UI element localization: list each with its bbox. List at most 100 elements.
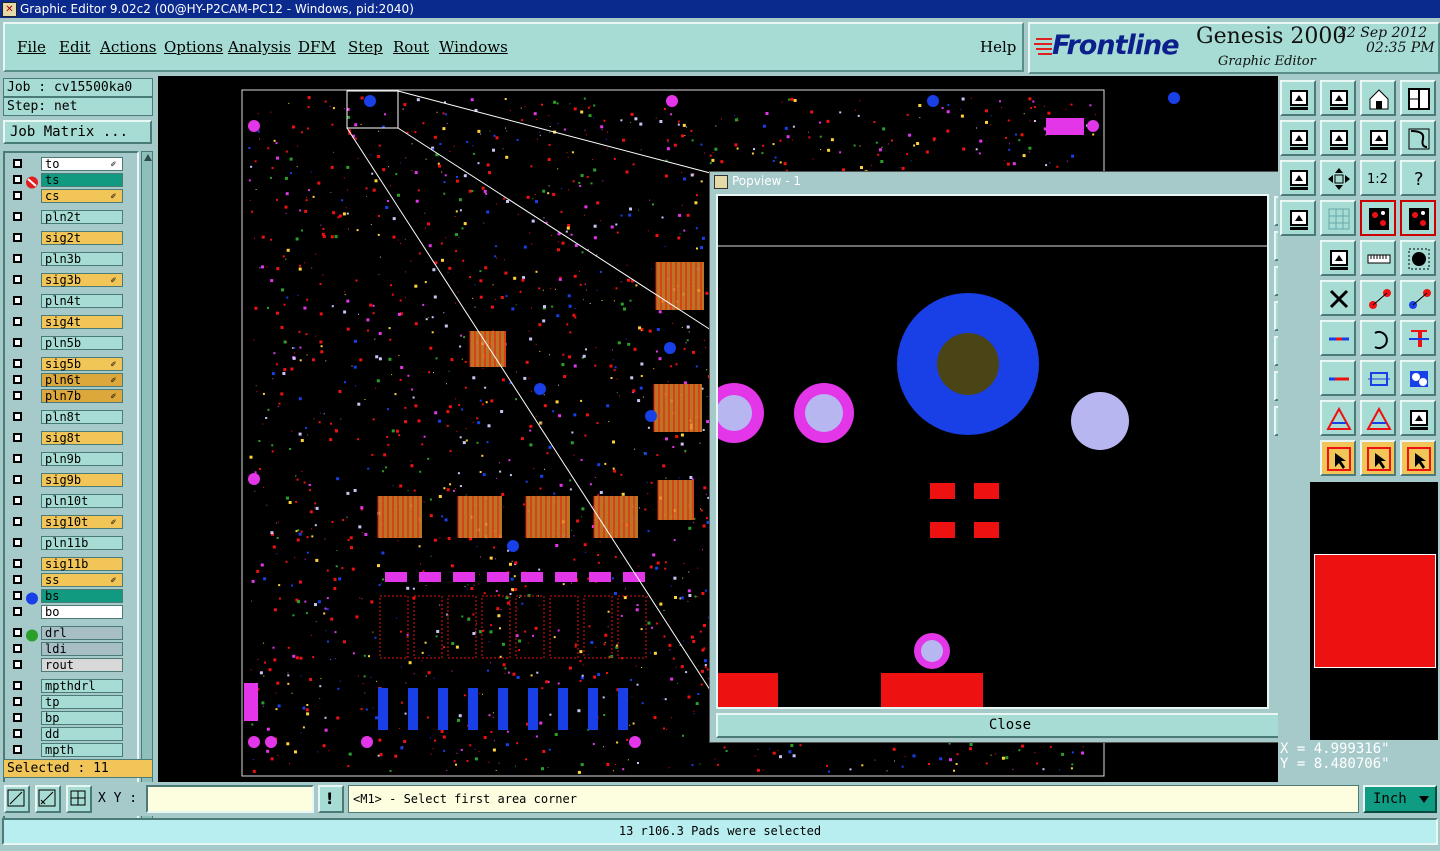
- layer-checkbox[interactable]: [13, 575, 22, 584]
- tool-home-button[interactable]: [1360, 80, 1396, 116]
- layer-row-pln2t[interactable]: pln2t: [5, 210, 137, 225]
- tool-arc-button[interactable]: [1360, 320, 1396, 356]
- menu-step[interactable]: Step: [348, 38, 383, 56]
- layer-list-scrollbar[interactable]: [141, 151, 153, 829]
- layer-row-pln11b[interactable]: pln11b: [5, 536, 137, 551]
- layer-name[interactable]: mpth: [41, 743, 123, 757]
- tool-area-button[interactable]: [1400, 400, 1436, 436]
- tool-pointer-button[interactable]: [1360, 440, 1396, 476]
- layer-checkbox[interactable]: [13, 660, 22, 669]
- layer-name[interactable]: pln3b: [41, 252, 123, 266]
- layer-checkbox[interactable]: [13, 412, 22, 421]
- layer-checkbox[interactable]: [13, 391, 22, 400]
- scroll-up-icon[interactable]: [144, 154, 152, 161]
- job-matrix-button[interactable]: Job Matrix ...: [3, 120, 152, 144]
- layer-checkbox[interactable]: [13, 317, 22, 326]
- layer-checkbox[interactable]: [13, 233, 22, 242]
- layer-name[interactable]: sig5b ✐: [41, 357, 123, 371]
- tool-layer-display-button[interactable]: [1280, 200, 1316, 236]
- tool-select-box-button[interactable]: [1320, 440, 1356, 476]
- layer-row-pln3b[interactable]: pln3b: [5, 252, 137, 267]
- tool-line-button[interactable]: [1320, 320, 1356, 356]
- menu-windows[interactable]: Windows: [439, 38, 508, 56]
- tool-draw-line-button[interactable]: [1320, 240, 1356, 276]
- menu-actions[interactable]: Actions: [100, 38, 156, 56]
- tool-drill-view-button[interactable]: [1400, 200, 1436, 236]
- units-selector[interactable]: Inch: [1363, 785, 1437, 813]
- tool-polygon-button[interactable]: [1320, 400, 1356, 436]
- tool-ruler-button[interactable]: [1360, 240, 1396, 276]
- tool-node-button[interactable]: [1400, 440, 1436, 476]
- layer-row-bp[interactable]: bp: [5, 711, 137, 726]
- layer-row-pln9b[interactable]: pln9b: [5, 452, 137, 467]
- layer-row-to[interactable]: to ✐: [5, 157, 137, 172]
- layer-row-rout[interactable]: rout: [5, 658, 137, 673]
- tool-trim-line-button[interactable]: [1320, 360, 1356, 396]
- layer-name[interactable]: ss ✐: [41, 573, 123, 587]
- layer-name[interactable]: pln11b: [41, 536, 123, 550]
- layer-row-pln6t[interactable]: pln6t ✐: [5, 373, 137, 388]
- layer-row-dd[interactable]: dd: [5, 727, 137, 742]
- menu-analysis[interactable]: Analysis: [228, 38, 291, 56]
- layer-row-sig5b[interactable]: sig5b ✐: [5, 357, 137, 372]
- layer-checkbox[interactable]: [13, 338, 22, 347]
- layer-name[interactable]: to ✐: [41, 157, 123, 171]
- layer-row-cs[interactable]: cs ✐: [5, 189, 137, 204]
- layer-row-ldi[interactable]: ldi: [5, 642, 137, 657]
- layer-checkbox[interactable]: [13, 713, 22, 722]
- layer-row-sig11b[interactable]: sig11b: [5, 557, 137, 572]
- layer-name[interactable]: dd: [41, 727, 123, 741]
- tool-connect-button[interactable]: [1360, 280, 1396, 316]
- layer-checkbox[interactable]: [13, 275, 22, 284]
- layer-row-pln8t[interactable]: pln8t: [5, 410, 137, 425]
- layer-checkbox[interactable]: [13, 175, 22, 184]
- layer-row-pln7b[interactable]: pln7b ✐: [5, 389, 137, 404]
- menu-help[interactable]: Help: [980, 38, 1016, 56]
- grid-button[interactable]: [66, 785, 92, 813]
- layer-row-ts[interactable]: ts: [5, 173, 137, 189]
- tool-zoom-out-button[interactable]: [1360, 120, 1396, 156]
- layer-row-sig4t[interactable]: sig4t: [5, 315, 137, 330]
- xy-input[interactable]: [146, 785, 314, 813]
- layer-row-pln4t[interactable]: pln4t: [5, 294, 137, 309]
- layer-name[interactable]: sig4t: [41, 315, 123, 329]
- layer-name[interactable]: tp: [41, 695, 123, 709]
- layer-checkbox[interactable]: [13, 745, 22, 754]
- measure-button[interactable]: [35, 785, 61, 813]
- layer-name[interactable]: rout: [41, 658, 123, 672]
- popview-title-bar[interactable]: Popview - 1 ✕: [710, 172, 1309, 190]
- layer-row-ss[interactable]: ss ✐: [5, 573, 137, 588]
- layer-row-bo[interactable]: bo: [5, 605, 137, 620]
- layer-checkbox[interactable]: [13, 681, 22, 690]
- tool-scroll-down-button[interactable]: [1280, 160, 1316, 196]
- layer-name[interactable]: bo: [41, 605, 123, 619]
- layer-name[interactable]: pln4t: [41, 294, 123, 308]
- layer-name[interactable]: mpthdrl: [41, 679, 123, 693]
- tool-snapshot-down-button[interactable]: [1320, 80, 1356, 116]
- layer-checkbox[interactable]: [13, 729, 22, 738]
- menu-rout[interactable]: Rout: [393, 38, 429, 56]
- layer-row-sig9b[interactable]: sig9b: [5, 473, 137, 488]
- tool-arrow-triangle-button[interactable]: [1360, 400, 1396, 436]
- popview-close-button[interactable]: Close: [716, 713, 1304, 738]
- layer-checkbox[interactable]: [13, 359, 22, 368]
- tool-pan-left-button[interactable]: [1280, 120, 1316, 156]
- layer-checkbox[interactable]: [13, 628, 22, 637]
- layer-checkbox[interactable]: [13, 296, 22, 305]
- layer-name[interactable]: cs ✐: [41, 189, 123, 203]
- layer-checkbox[interactable]: [13, 538, 22, 547]
- tool-move-button[interactable]: [1320, 160, 1356, 196]
- tool-connect-dot-button[interactable]: [1400, 280, 1436, 316]
- layer-checkbox[interactable]: [13, 607, 22, 616]
- alert-button[interactable]: !: [318, 785, 344, 813]
- layer-row-drl[interactable]: drl: [5, 626, 137, 642]
- layer-row-bs[interactable]: bs: [5, 589, 137, 605]
- layer-name[interactable]: drl: [41, 626, 123, 640]
- menu-dfm[interactable]: DFM: [298, 38, 336, 56]
- layer-checkbox[interactable]: [13, 697, 22, 706]
- tool-one-to-two-button[interactable]: 1:2: [1360, 160, 1396, 196]
- layer-checkbox[interactable]: [13, 375, 22, 384]
- menu-file[interactable]: File: [17, 38, 46, 56]
- layer-name[interactable]: sig11b: [41, 557, 123, 571]
- layer-checkbox[interactable]: [13, 559, 22, 568]
